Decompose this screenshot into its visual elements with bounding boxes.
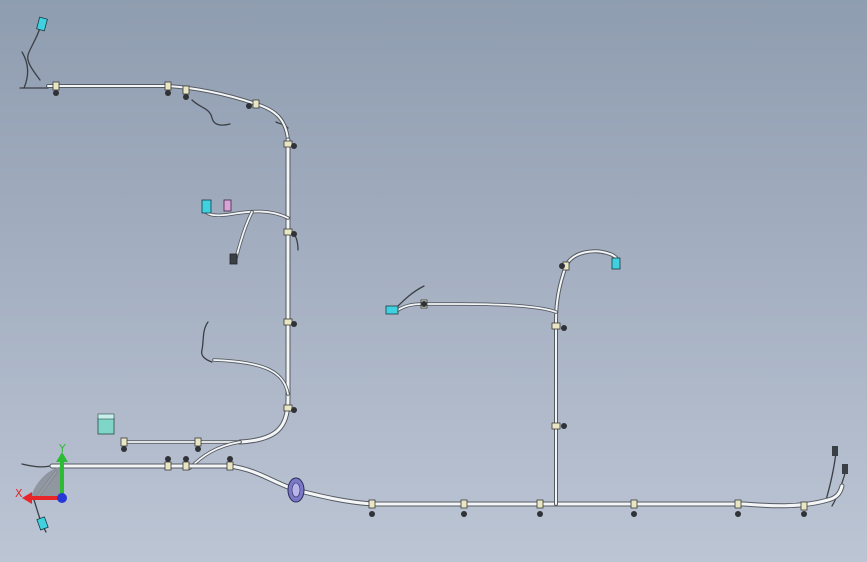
clip [52, 81, 60, 96]
clip [164, 456, 172, 471]
connector-cyan-right-mid [385, 305, 399, 315]
clip [460, 499, 468, 517]
wire-mid-loop [200, 321, 213, 363]
cad-viewport[interactable]: Y X [0, 0, 867, 562]
triad-y-label: Y [58, 442, 66, 455]
clip [182, 456, 190, 471]
clip [536, 499, 544, 517]
wire-top-left-pigtail [27, 27, 41, 81]
wire-group [19, 27, 847, 533]
clip [551, 422, 567, 430]
grommet [287, 477, 305, 503]
connector-magenta-mid [223, 199, 232, 212]
clip [368, 499, 376, 517]
clip [164, 81, 172, 96]
clip [734, 499, 742, 517]
connector-cyan-right [611, 257, 621, 270]
connector-cyan-top-left [36, 16, 48, 32]
wire-top-left-branch [21, 51, 29, 89]
wire-right-end-1 [825, 451, 837, 501]
connector-dark-mid [229, 253, 238, 265]
coordinate-triad: Y X [15, 442, 68, 504]
connector-dark-right-1 [832, 446, 838, 456]
connector-cyan-bottom-left [36, 516, 49, 531]
clip [630, 499, 638, 517]
connector-teal-large-top [97, 413, 115, 420]
harness-bundles [34, 84, 845, 509]
clip [120, 437, 128, 452]
clip [800, 501, 808, 517]
connector-group [36, 16, 848, 531]
triad-z-axis [57, 493, 67, 503]
triad-x-label: X [15, 487, 23, 500]
clip [226, 456, 234, 471]
clip-group [52, 81, 808, 517]
wire-harness-drawing: Y X [15, 16, 848, 533]
clip [420, 299, 428, 309]
triad-shadow [30, 466, 62, 500]
connector-cyan-mid [201, 199, 212, 214]
wire-bottom-left-pigtail-1 [21, 463, 51, 468]
clip [182, 85, 190, 100]
connector-dark-right-2 [842, 464, 848, 474]
clip [559, 261, 570, 271]
connector-teal-large [97, 417, 115, 435]
triad-x-arrow [22, 492, 32, 504]
clip [194, 437, 202, 452]
wire-upper-loop [191, 99, 231, 126]
